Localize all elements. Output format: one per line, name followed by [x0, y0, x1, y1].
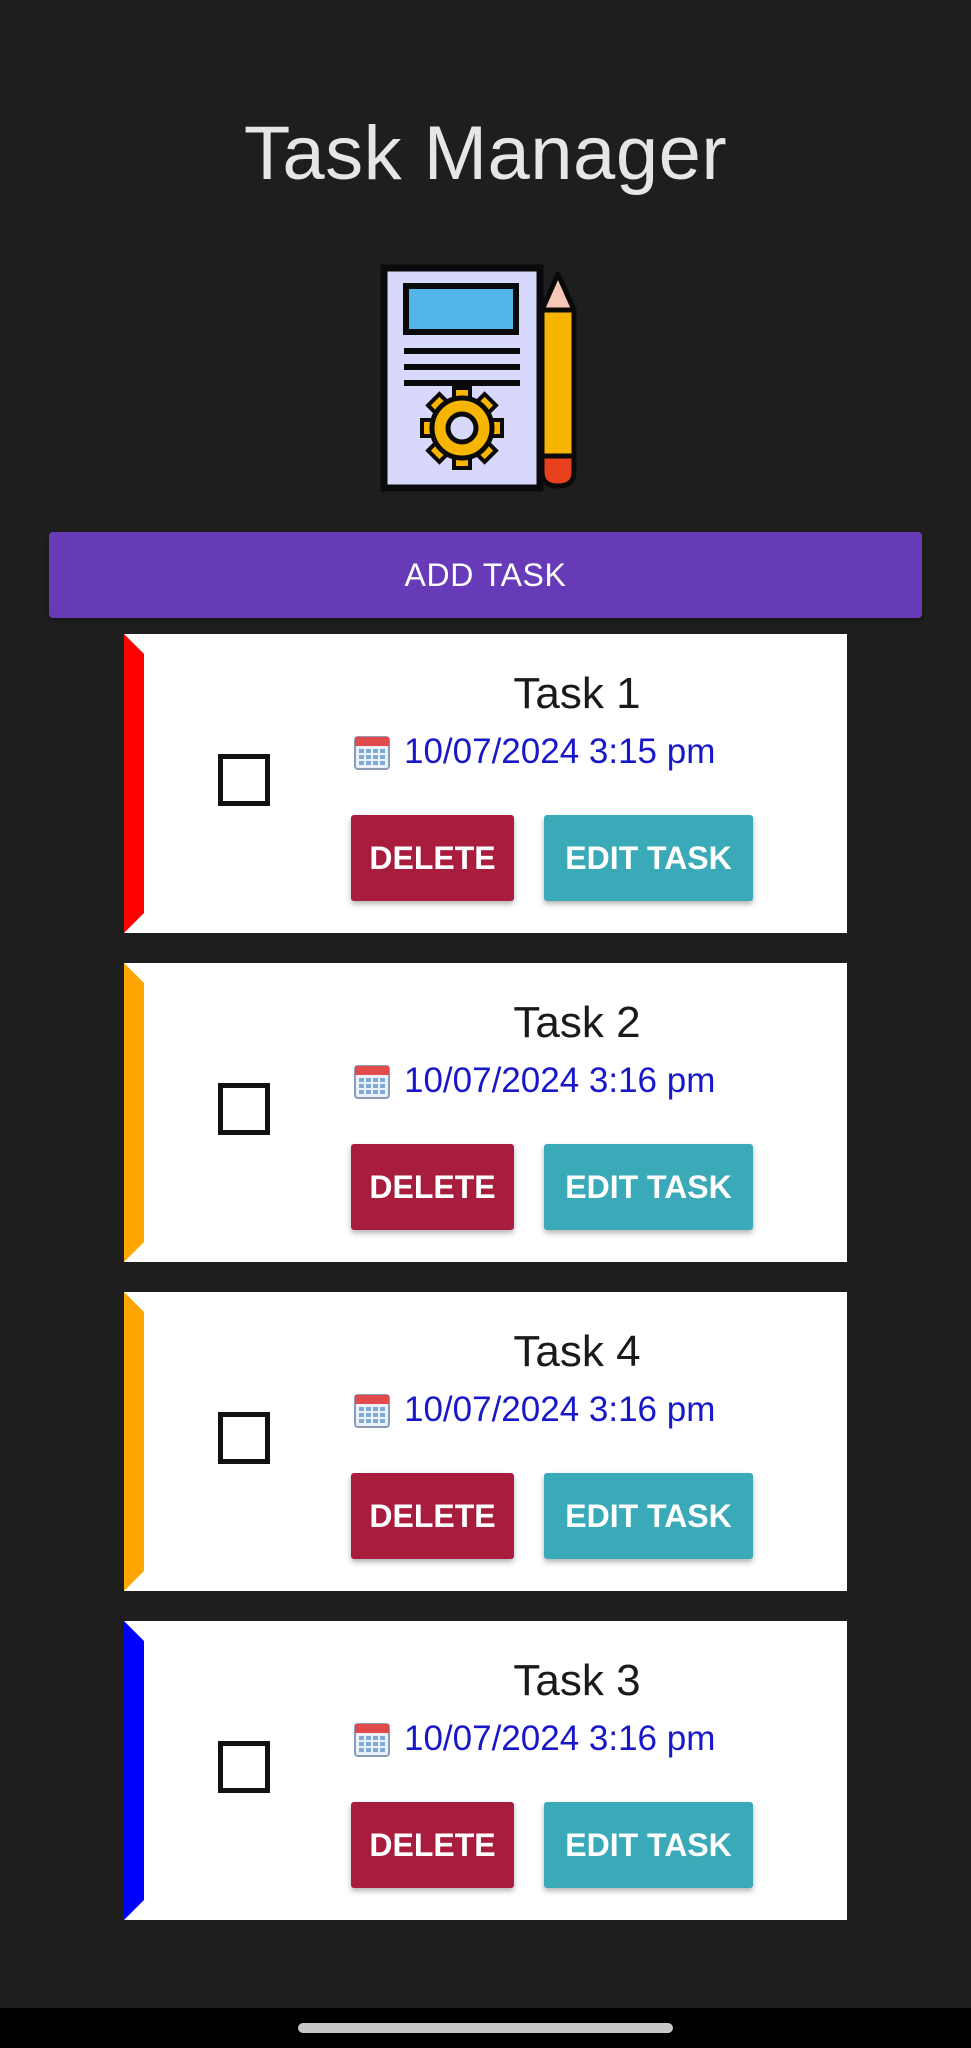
- priority-stripe: [124, 963, 144, 1262]
- task-name: Task 3: [513, 1656, 641, 1705]
- delete-button[interactable]: DELETE: [351, 1473, 514, 1559]
- task-date: 10/07/2024 3:16 pm: [404, 1061, 716, 1100]
- calendar-icon: [354, 1723, 390, 1757]
- delete-button[interactable]: DELETE: [351, 1144, 514, 1230]
- edit-task-button[interactable]: EDIT TASK: [544, 1473, 753, 1559]
- task-name: Task 2: [513, 998, 641, 1047]
- task-checkbox[interactable]: [218, 1741, 270, 1793]
- priority-stripe: [124, 1292, 144, 1591]
- priority-stripe: [124, 634, 144, 933]
- edit-task-button[interactable]: EDIT TASK: [544, 815, 753, 901]
- task-manager-screen: Task Manager ADD TASK Task 1 10/07/2024 …: [0, 0, 971, 2048]
- home-indicator[interactable]: [298, 2023, 673, 2033]
- calendar-icon: [354, 736, 390, 770]
- page-title: Task Manager: [243, 111, 728, 196]
- priority-stripe: [124, 1621, 144, 1920]
- task-date-row: 10/07/2024 3:16 pm: [354, 1717, 715, 1761]
- calendar-icon: [354, 1065, 390, 1099]
- task-checkbox[interactable]: [218, 1412, 270, 1464]
- task-date-row: 10/07/2024 3:15 pm: [354, 730, 715, 774]
- task-date: 10/07/2024 3:16 pm: [404, 1719, 716, 1758]
- add-task-button[interactable]: ADD TASK: [49, 532, 922, 618]
- task-name: Task 4: [513, 1327, 641, 1376]
- edit-task-button[interactable]: EDIT TASK: [544, 1802, 753, 1888]
- task-date: 10/07/2024 3:15 pm: [404, 732, 716, 771]
- task-date: 10/07/2024 3:16 pm: [404, 1390, 716, 1429]
- task-checkbox[interactable]: [218, 754, 270, 806]
- task-date-row: 10/07/2024 3:16 pm: [354, 1059, 715, 1103]
- edit-task-button[interactable]: EDIT TASK: [544, 1144, 753, 1230]
- task-document-gear-pencil-icon: [380, 264, 577, 492]
- task-card: Task 1 10/07/2024 3:15 pm DELETE EDIT TA…: [124, 634, 847, 933]
- task-date-row: 10/07/2024 3:16 pm: [354, 1388, 715, 1432]
- task-checkbox[interactable]: [218, 1083, 270, 1135]
- task-name: Task 1: [513, 669, 641, 718]
- delete-button[interactable]: DELETE: [351, 815, 514, 901]
- task-card: Task 3 10/07/2024 3:16 pm DELETE EDIT TA…: [124, 1621, 847, 1920]
- task-card: Task 2 10/07/2024 3:16 pm DELETE EDIT TA…: [124, 963, 847, 1262]
- delete-button[interactable]: DELETE: [351, 1802, 514, 1888]
- calendar-icon: [354, 1394, 390, 1428]
- task-card: Task 4 10/07/2024 3:16 pm DELETE EDIT TA…: [124, 1292, 847, 1591]
